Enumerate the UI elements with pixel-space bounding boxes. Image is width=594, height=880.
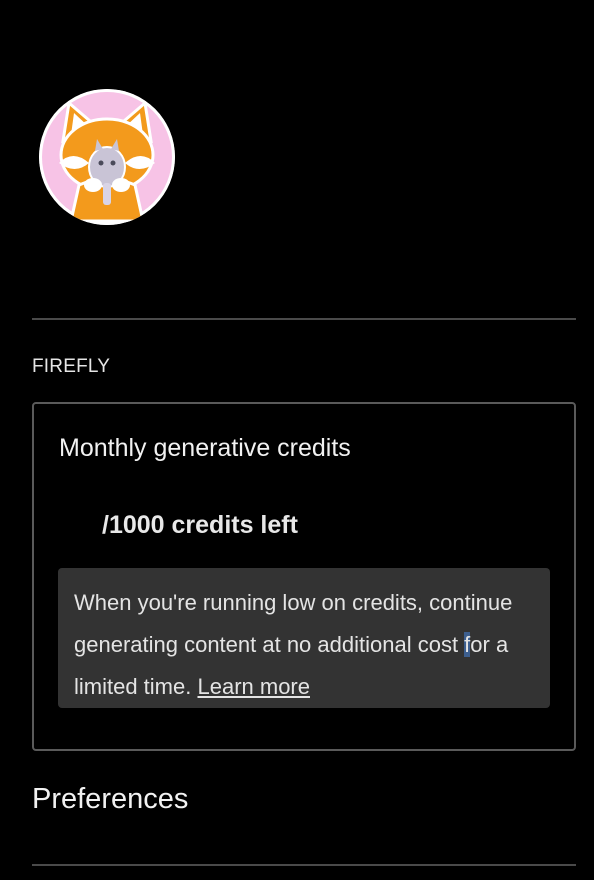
credits-card-title: Monthly generative credits	[59, 434, 351, 462]
bottom-divider	[32, 864, 576, 866]
user-avatar[interactable]	[39, 89, 175, 225]
generative-credits-card: Monthly generative credits /1000 credits…	[32, 402, 576, 751]
notice-text: When you're running low on credits, cont…	[74, 590, 513, 657]
learn-more-link[interactable]: Learn more	[197, 674, 310, 699]
fox-mascot-avatar-icon	[39, 89, 175, 225]
credits-remaining: /1000 credits left	[102, 511, 298, 539]
top-divider	[32, 318, 576, 320]
low-credits-notice: When you're running low on credits, cont…	[58, 568, 550, 708]
preferences-heading: Preferences	[32, 783, 189, 815]
profile-page: FIREFLY Monthly generative credits /1000…	[0, 0, 594, 880]
firefly-section-label: FIREFLY	[32, 356, 111, 377]
